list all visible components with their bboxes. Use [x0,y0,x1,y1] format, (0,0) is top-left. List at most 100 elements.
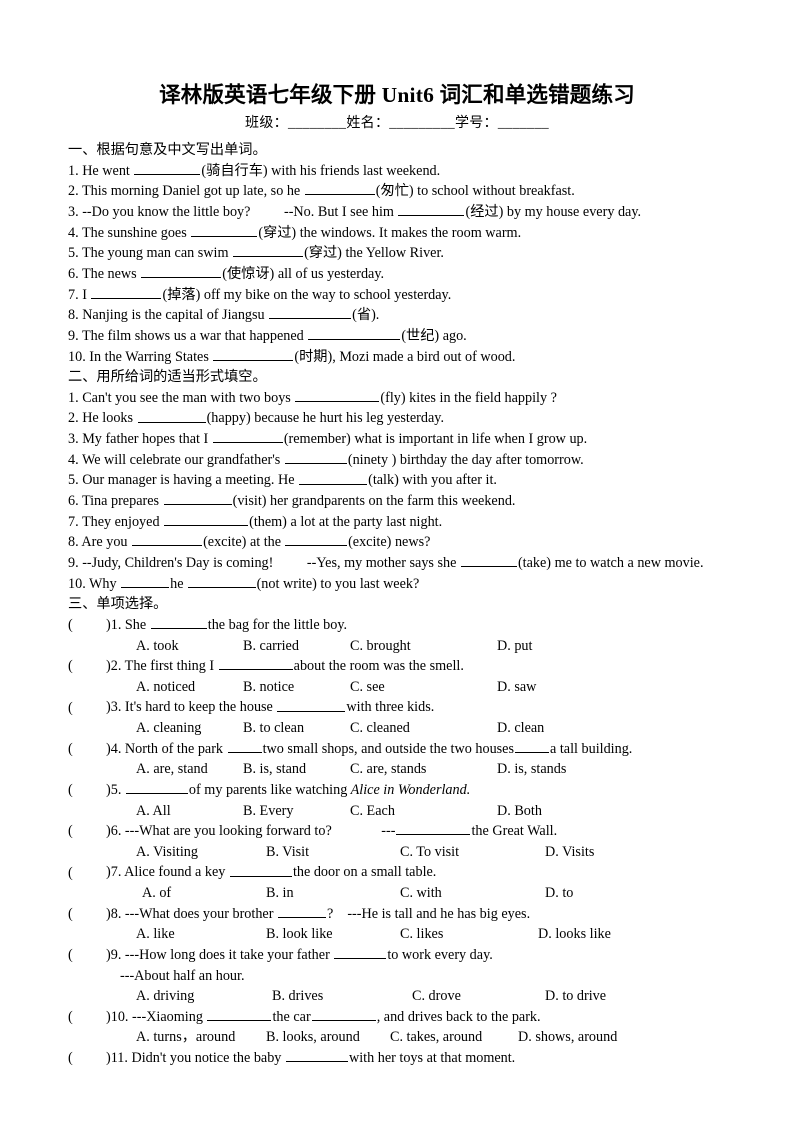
answer-blank[interactable] [278,904,326,918]
answer-bracket[interactable]: ( [68,1007,106,1028]
mc-option[interactable]: D. to [545,883,573,904]
answer-blank[interactable] [233,243,304,258]
mc-option[interactable]: B. to clean [243,718,304,739]
mc-option[interactable]: A. are, stand [136,759,208,780]
item-text: the windows. It makes the room warm. [296,224,522,241]
mc-option[interactable]: D. shows, around [518,1027,617,1048]
mc-option[interactable]: B. Visit [266,842,309,863]
answer-blank[interactable] [141,264,222,278]
mc-text: She [124,617,150,634]
mc-option[interactable]: C. likes [400,924,443,945]
mc-option[interactable]: B. Every [243,801,293,822]
mc-option[interactable]: B. in [266,883,294,904]
answer-blank[interactable] [150,615,207,630]
mc-option[interactable]: C. takes, around [390,1027,482,1048]
answer-bracket[interactable]: ( [68,780,106,801]
answer-blank[interactable] [191,223,258,237]
answer-blank[interactable] [396,821,471,836]
mc-option[interactable]: B. carried [243,636,299,657]
answer-bracket[interactable]: ( [68,821,106,842]
item-text: --Yes, my mother says she [306,555,460,572]
item-hint: (them) [249,513,287,530]
answer-blank[interactable] [227,739,262,753]
mc-option[interactable]: A. driving [136,986,194,1007]
answer-blank[interactable] [125,780,188,795]
mc-option[interactable]: A. noticed [136,677,195,698]
answer-blank[interactable] [164,512,249,526]
answer-blank[interactable] [134,161,201,175]
answer-bracket[interactable]: ( [68,615,106,636]
mc-option[interactable]: C. Each [350,801,395,822]
answer-blank[interactable] [299,470,368,485]
mc-option[interactable]: B. looks, around [266,1027,360,1048]
answer-blank[interactable] [218,656,293,671]
answer-blank[interactable] [308,326,401,340]
fill-blank-item: 8. Are you (excite) at the (excite) news? [68,532,768,553]
answer-bracket[interactable]: ( [68,904,106,925]
mc-option[interactable]: D. Visits [545,842,594,863]
mc-option[interactable]: A. took [136,636,179,657]
answer-blank[interactable] [285,1048,348,1063]
mc-number: )6. [106,823,125,840]
answer-blank[interactable] [304,181,375,196]
mc-option[interactable]: A. cleaning [136,718,201,739]
answer-blank[interactable] [229,862,292,877]
answer-blank[interactable] [311,1007,376,1021]
mc-option[interactable]: A. of [142,883,171,904]
mc-option[interactable]: A. like [136,924,175,945]
answer-bracket[interactable]: ( [68,1048,106,1069]
answer-blank[interactable] [212,429,283,444]
answer-blank[interactable] [187,574,256,588]
mc-option[interactable]: C. with [400,883,442,904]
mc-option[interactable]: D. to drive [545,986,606,1007]
item-hint: (excite) [348,534,392,551]
answer-blank[interactable] [284,450,347,464]
answer-blank[interactable] [285,532,348,547]
item-number: 8. [68,534,82,551]
fill-blank-item: 7. They enjoyed (them) a lot at the part… [68,512,768,533]
answer-blank[interactable] [398,202,465,217]
answer-bracket[interactable]: ( [68,739,106,760]
mc-option[interactable]: D. Both [497,801,542,822]
answer-blank[interactable] [163,491,232,506]
item-text: me to watch a new movie. [551,555,704,572]
answer-blank[interactable] [269,305,352,320]
answer-blank[interactable] [121,574,170,588]
mc-option[interactable]: A. Visiting [136,842,198,863]
mc-option[interactable]: C. To visit [400,842,459,863]
mc-option[interactable]: D. looks like [538,924,611,945]
answer-blank[interactable] [213,347,294,361]
mc-option[interactable]: D. saw [497,677,536,698]
mc-option[interactable]: B. look like [266,924,333,945]
answer-blank[interactable] [515,739,549,753]
answer-blank[interactable] [295,388,380,402]
mc-option[interactable]: B. drives [272,986,323,1007]
item-text: Tina prepares [81,493,163,510]
answer-bracket[interactable]: ( [68,698,106,719]
mc-option[interactable]: C. are, stands [350,759,426,780]
answer-blank[interactable] [132,532,203,547]
answer-bracket[interactable]: ( [68,945,106,966]
mc-option[interactable]: D. put [497,636,532,657]
mc-question-stem: ()6. ---What are you looking forward to?… [68,821,768,842]
mc-option[interactable]: C. drove [412,986,461,1007]
answer-blank[interactable] [334,945,387,960]
item-text: He looks [82,410,137,427]
answer-bracket[interactable]: ( [68,656,106,677]
mc-option[interactable]: A. turns，around [136,1027,235,1048]
item-hint: (省). [352,307,380,324]
answer-blank[interactable] [460,553,517,568]
answer-blank[interactable] [91,285,162,299]
answer-bracket[interactable]: ( [68,863,106,884]
mc-option[interactable]: C. brought [350,636,411,657]
mc-option[interactable]: D. clean [497,718,544,739]
mc-option[interactable]: B. is, stand [243,759,306,780]
answer-blank[interactable] [207,1007,272,1021]
mc-option[interactable]: C. cleaned [350,718,410,739]
mc-option[interactable]: D. is, stands [497,759,566,780]
answer-blank[interactable] [277,697,346,712]
mc-option[interactable]: A. All [136,801,171,822]
mc-option[interactable]: B. notice [243,677,294,698]
mc-option[interactable]: C. see [350,677,385,698]
answer-blank[interactable] [137,408,206,423]
